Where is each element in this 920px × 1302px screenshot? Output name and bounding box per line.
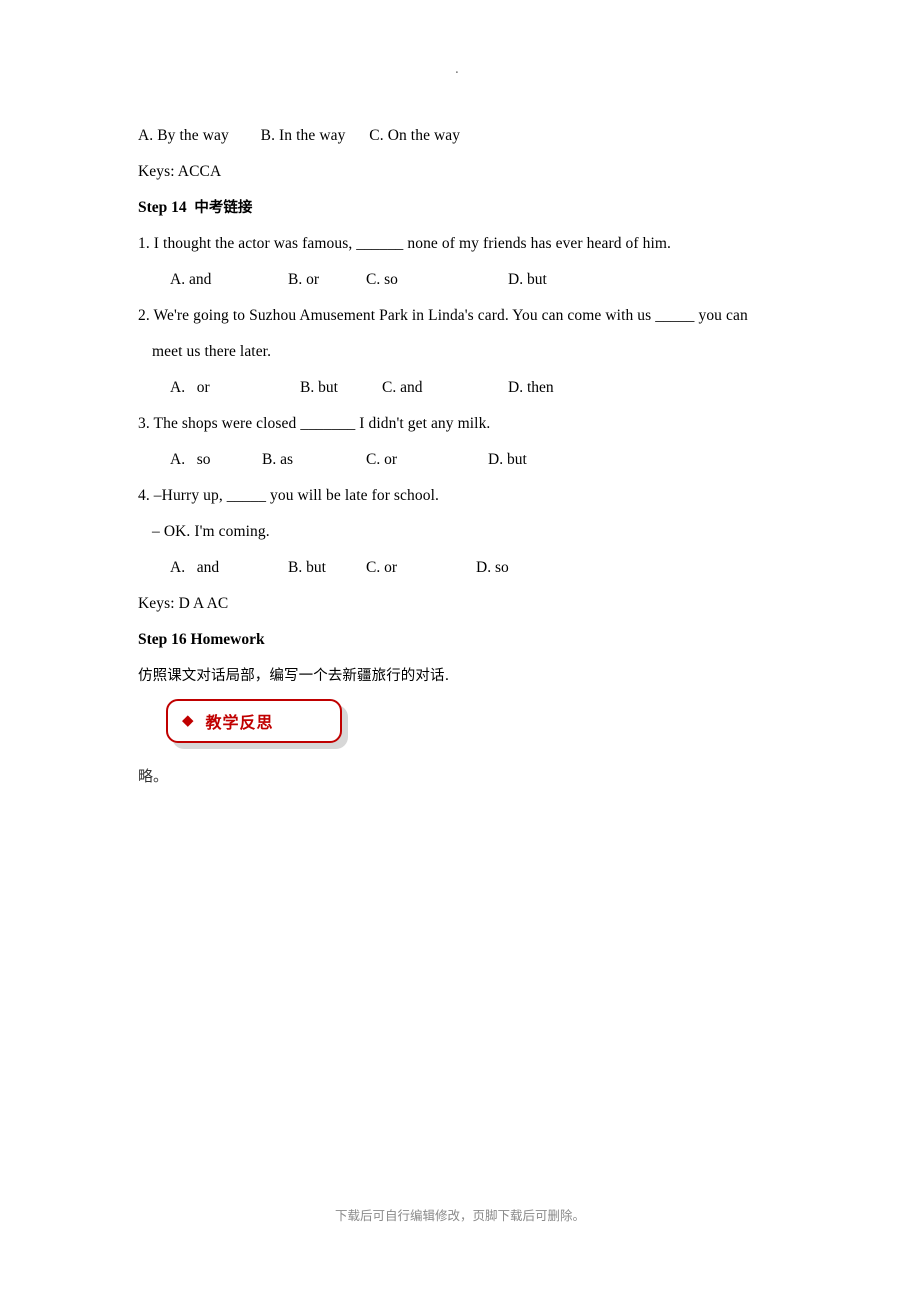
step14-heading-label: Step 14 [138,199,187,216]
option-a[interactable]: A. and [170,550,219,586]
step16-homework-body: 仿照课文对话局部，编写一个去新疆旅行的对话. [138,668,450,684]
option-b[interactable]: B. as [262,442,293,478]
question-1-stem: 1. I thought the actor was famous, _____… [138,235,672,252]
option-a[interactable]: A. or [170,370,210,406]
option-b[interactable]: B. or [288,262,319,298]
option-c[interactable]: C. or [366,550,397,586]
option-c[interactable]: C. so [366,262,398,298]
teaching-reflection-callout: ◆ 教学反思 [166,699,348,749]
callout-label: 教学反思 [205,713,274,732]
option-c[interactable]: C. and [382,370,422,406]
reflection-body-text: 略。 [138,767,169,785]
option-d[interactable]: D. but [488,442,527,478]
step14-keys: Keys: D A AC [138,595,229,612]
question-1-options: A. and B. or C. so D. but [138,262,798,298]
question-4-stem: 4. –Hurry up, _____ you will be late for… [138,487,439,504]
option-d[interactable]: D. but [508,262,547,298]
question-3-options: A. so B. as C. or D. but [138,442,798,478]
option-d[interactable]: D. then [508,370,554,406]
question-2-options: A. or B. but C. and D. then [138,370,798,406]
option-d[interactable]: D. so [476,550,509,586]
document-page: . A. By the way B. In the way C. On the … [0,0,920,1302]
question-4-stem-continued: – OK. I'm coming. [152,523,270,540]
option-c[interactable]: C. or [366,442,397,478]
option-b[interactable]: B. but [288,550,326,586]
question-4-options: A. and B. but C. or D. so [138,550,798,586]
question-2-stem-continued: meet us there later. [152,343,272,360]
diamond-icon: ◆ [182,712,194,729]
step14-heading: Step 14 中考链接 [138,190,798,226]
question-2-stem: 2. We're going to Suzhou Amusement Park … [138,307,748,324]
page-footer-note: 下载后可自行编辑修改，页脚下载后可删除。 [334,1208,585,1223]
option-b[interactable]: B. but [300,370,338,406]
question-3-stem: 3. The shops were closed _______ I didn'… [138,415,491,432]
previous-question-options: A. By the way B. In the way C. On the wa… [138,127,461,144]
step14-heading-cn: 中考链接 [194,200,253,216]
option-a[interactable]: A. so [170,442,210,478]
callout-box: ◆ 教学反思 [166,699,342,743]
option-a[interactable]: A. and [170,262,211,298]
previous-question-keys: Keys: ACCA [138,163,222,180]
stray-period-mark: . [455,61,459,77]
document-body: A. By the way B. In the way C. On the wa… [138,118,798,694]
step16-heading: Step 16 Homework [138,631,265,648]
